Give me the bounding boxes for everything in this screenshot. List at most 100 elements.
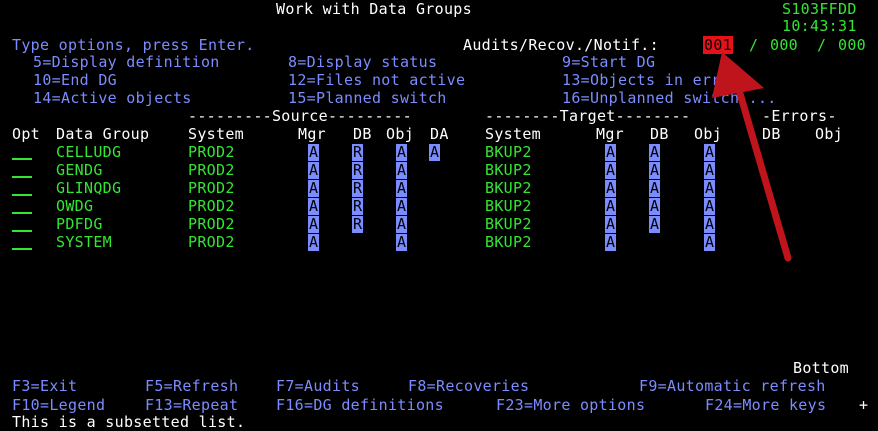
col-data-group: Data Group xyxy=(56,125,150,143)
terminal-screen: Work with Data Groups S103FFDD 10:43:31 … xyxy=(0,0,878,431)
source-da-status: A xyxy=(429,143,441,161)
source-db-status: R xyxy=(352,215,364,233)
source-system-name: PROD2 xyxy=(188,233,235,251)
source-group-header: ---------Source--------- xyxy=(188,107,412,125)
col-opt: Opt xyxy=(12,125,40,143)
f24-more-keys-key[interactable]: F24=More keys xyxy=(705,396,826,414)
target-db-status: A xyxy=(649,161,661,179)
target-obj-status: A xyxy=(704,197,716,215)
source-db-status: R xyxy=(352,197,364,215)
recoveries-count[interactable]: 000 xyxy=(770,36,798,54)
data-group-name: GENDG xyxy=(56,161,103,179)
source-system-name: PROD2 xyxy=(188,197,235,215)
target-mgr-status: A xyxy=(605,233,617,251)
option-input-field[interactable] xyxy=(12,158,32,160)
option-input-field[interactable] xyxy=(12,248,32,250)
col-source-mgr: Mgr xyxy=(298,125,326,143)
option-active-objects: 14=Active objects xyxy=(33,89,192,107)
current-time: 10:43:31 xyxy=(782,17,857,35)
target-system-name: BKUP2 xyxy=(485,197,532,215)
target-obj-status: A xyxy=(704,179,716,197)
f8-recoveries-key[interactable]: F8=Recoveries xyxy=(408,377,529,395)
f5-refresh-key[interactable]: F5=Refresh xyxy=(145,377,238,395)
option-input-field[interactable] xyxy=(12,176,32,178)
col-errors-obj: Obj xyxy=(815,125,843,143)
screen-title: Work with Data Groups xyxy=(276,0,472,18)
source-db-status: R xyxy=(352,161,364,179)
errors-group-header: -Errors- xyxy=(762,107,837,125)
target-obj-status: A xyxy=(704,143,716,161)
f13-repeat-key[interactable]: F13=Repeat xyxy=(145,396,238,414)
message-line: This is a subsetted list. xyxy=(12,413,246,431)
option-input-field[interactable] xyxy=(12,212,32,214)
col-target-db: DB xyxy=(650,125,669,143)
f16-dg-definitions-key[interactable]: F16=DG definitions xyxy=(276,396,444,414)
source-obj-status: A xyxy=(396,215,408,233)
col-source-system: System xyxy=(188,125,244,143)
col-target-mgr: Mgr xyxy=(596,125,624,143)
target-system-name: BKUP2 xyxy=(485,233,532,251)
system-name: S103FFDD xyxy=(782,0,857,18)
f3-exit-key[interactable]: F3=Exit xyxy=(12,377,77,395)
source-mgr-status: A xyxy=(308,179,320,197)
source-mgr-status: A xyxy=(308,215,320,233)
instructions-text: Type options, press Enter. xyxy=(12,36,255,54)
option-input-field[interactable] xyxy=(12,230,32,232)
col-target-system: System xyxy=(485,125,541,143)
target-system-name: BKUP2 xyxy=(485,143,532,161)
target-system-name: BKUP2 xyxy=(485,215,532,233)
target-db-status: A xyxy=(649,179,661,197)
bottom-indicator: Bottom xyxy=(793,359,849,377)
target-mgr-status: A xyxy=(605,215,617,233)
source-system-name: PROD2 xyxy=(188,143,235,161)
more-indicator: + xyxy=(859,396,869,414)
source-mgr-status: A xyxy=(308,161,320,179)
col-source-da: DA xyxy=(430,125,449,143)
f23-more-options-key[interactable]: F23=More options xyxy=(496,396,645,414)
f10-legend-key[interactable]: F10=Legend xyxy=(12,396,105,414)
option-end-dg: 10=End DG xyxy=(33,71,117,89)
col-errors-db: DB xyxy=(762,125,781,143)
option-planned-switch: 15=Planned switch xyxy=(288,89,447,107)
source-db-status: R xyxy=(352,143,364,161)
target-mgr-status: A xyxy=(605,143,617,161)
target-db-status: A xyxy=(649,143,661,161)
target-mgr-status: A xyxy=(605,161,617,179)
data-group-name: SYSTEM xyxy=(56,233,112,251)
notifications-count[interactable]: 000 xyxy=(838,36,866,54)
option-display-status: 8=Display status xyxy=(288,53,438,71)
target-system-name: BKUP2 xyxy=(485,161,532,179)
option-start-dg: 9=Start DG xyxy=(562,53,656,71)
source-mgr-status: A xyxy=(308,197,320,215)
col-source-db: DB xyxy=(353,125,372,143)
f7-audits-key[interactable]: F7=Audits xyxy=(276,377,360,395)
source-obj-status: A xyxy=(396,179,408,197)
audit-separator-2: / xyxy=(817,36,827,54)
target-db-status: A xyxy=(649,215,661,233)
target-system-name: BKUP2 xyxy=(485,179,532,197)
target-mgr-status: A xyxy=(605,197,617,215)
source-mgr-status: A xyxy=(308,143,320,161)
audits-count[interactable]: 001 xyxy=(703,36,733,54)
f9-automatic-refresh-key[interactable]: F9=Automatic refresh xyxy=(639,377,826,395)
source-obj-status: A xyxy=(396,143,408,161)
audit-status-label: Audits/Recov./Notif.: xyxy=(463,36,659,54)
option-files-not-active: 12=Files not active xyxy=(288,71,466,89)
source-mgr-status: A xyxy=(308,233,320,251)
option-display-definition: 5=Display definition xyxy=(33,53,220,71)
source-system-name: PROD2 xyxy=(188,179,235,197)
col-source-obj: Obj xyxy=(386,125,414,143)
target-obj-status: A xyxy=(704,233,716,251)
source-obj-status: A xyxy=(396,233,408,251)
data-group-name: CELLUDG xyxy=(56,143,122,161)
target-obj-status: A xyxy=(704,215,716,233)
data-group-name: OWDG xyxy=(56,197,94,215)
data-group-name: GLINQDG xyxy=(56,179,122,197)
option-unplanned-switch: 16=Unplanned switch ... xyxy=(562,89,777,107)
source-system-name: PROD2 xyxy=(188,215,235,233)
target-obj-status: A xyxy=(704,161,716,179)
source-obj-status: A xyxy=(396,161,408,179)
target-db-status: A xyxy=(649,197,661,215)
option-objects-in-error: 13=Objects in error xyxy=(562,71,740,89)
option-input-field[interactable] xyxy=(12,194,32,196)
